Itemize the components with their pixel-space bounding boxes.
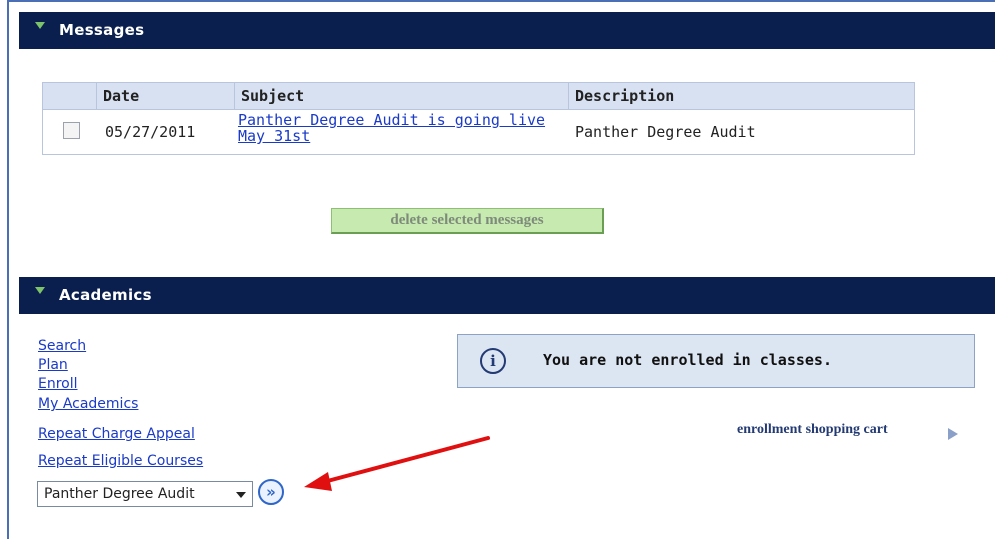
page-top-border: [9, 0, 995, 2]
message-description: Panther Degree Audit: [575, 123, 756, 141]
annotation-arrow-head: [304, 472, 332, 491]
chevron-down-icon[interactable]: [236, 492, 246, 498]
enrollment-info-box: i You are not enrolled in classes.: [457, 334, 975, 388]
repeat-charge-appeal-link[interactable]: Repeat Charge Appeal: [38, 426, 195, 442]
messages-table: Date Subject Description 05/27/2011 Pant…: [42, 82, 915, 155]
repeat-eligible-courses-link[interactable]: Repeat Eligible Courses: [38, 453, 203, 469]
arrow-right-icon[interactable]: [948, 428, 958, 440]
messages-title: Messages: [59, 21, 145, 39]
academics-header[interactable]: Academics: [19, 277, 995, 314]
delete-selected-messages-button[interactable]: delete selected messages: [331, 208, 604, 234]
page-left-border: [0, 0, 9, 539]
column-header-subject: Subject: [234, 83, 568, 109]
annotation-arrow-shaft: [318, 436, 490, 485]
my-academics-link[interactable]: My Academics: [38, 396, 138, 412]
academics-title: Academics: [59, 286, 152, 304]
search-link[interactable]: Search: [38, 338, 86, 354]
plan-link[interactable]: Plan: [38, 357, 68, 373]
not-enrolled-message: You are not enrolled in classes.: [543, 351, 832, 369]
dropdown-selected-value: Panther Degree Audit: [44, 486, 195, 502]
go-button[interactable]: »: [258, 479, 284, 505]
info-icon: i: [480, 348, 506, 374]
table-row: 05/27/2011 Panther Degree Audit is going…: [43, 110, 914, 154]
academics-other-dropdown[interactable]: Panther Degree Audit: [37, 481, 253, 507]
select-message-checkbox[interactable]: [63, 122, 80, 139]
enroll-link[interactable]: Enroll: [38, 376, 78, 392]
column-header-description: Description: [568, 83, 914, 109]
messages-header[interactable]: Messages: [19, 12, 995, 49]
message-subject-link[interactable]: Panther Degree Audit is going live May 3…: [238, 112, 568, 144]
collapse-triangle-icon[interactable]: [35, 287, 45, 294]
message-date: 05/27/2011: [105, 123, 196, 141]
column-header-date: Date: [96, 83, 234, 109]
annotation-arrow-icon: [304, 436, 490, 491]
messages-table-header: Date Subject Description: [43, 83, 914, 110]
enrollment-shopping-cart-link[interactable]: enrollment shopping cart: [737, 422, 888, 438]
collapse-triangle-icon[interactable]: [35, 22, 45, 29]
